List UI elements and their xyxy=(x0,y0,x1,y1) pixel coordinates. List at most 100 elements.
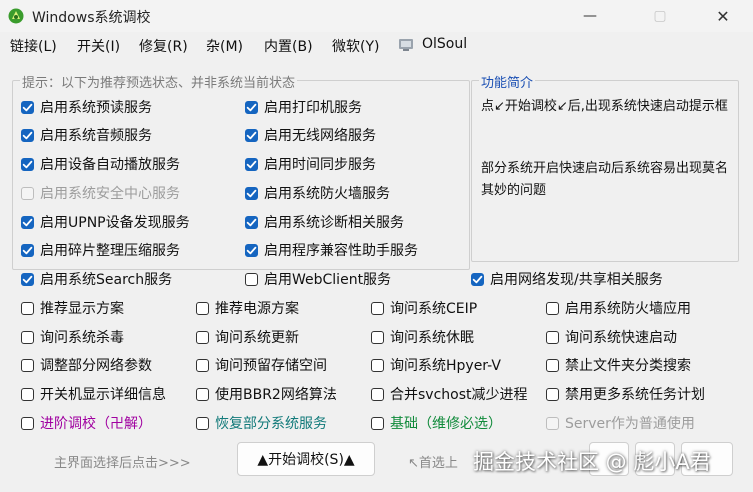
checkbox-label: 合并svchost减少进程 xyxy=(390,387,528,403)
checkbox-item[interactable]: 启用网络发现/共享相关服务 xyxy=(471,269,663,289)
checkbox-box[interactable] xyxy=(371,301,384,315)
checkbox-box[interactable] xyxy=(21,416,34,430)
checkbox-box[interactable] xyxy=(245,243,258,257)
checkbox-item[interactable]: 询问系统休眠 xyxy=(371,327,474,347)
checkbox-box[interactable] xyxy=(21,387,34,401)
check-icon xyxy=(22,103,33,111)
start-tuning-button[interactable]: ▲开始调校(S)▲ xyxy=(237,442,375,476)
checkbox-item[interactable]: 启用碎片整理压缩服务 xyxy=(21,240,180,260)
close-button[interactable]: ✕ xyxy=(700,0,746,32)
checkbox-item[interactable]: 询问系统更新 xyxy=(196,327,299,347)
checkbox-item[interactable]: 使用BBR2网络算法 xyxy=(196,384,337,404)
checkbox-item[interactable]: 询问系统CEIP xyxy=(371,298,477,318)
checkbox-box[interactable] xyxy=(546,330,559,344)
checkbox-box[interactable] xyxy=(21,301,34,315)
checkbox-label: 询问系统快速启动 xyxy=(565,330,677,346)
checkbox-box[interactable] xyxy=(245,272,258,286)
checkbox-label: 询问系统CEIP xyxy=(390,301,478,317)
checkbox-item[interactable]: 启用系统防火墙服务 xyxy=(245,183,390,203)
menu-repair[interactable]: 修复(R) xyxy=(139,36,188,56)
checkbox-box[interactable] xyxy=(371,358,384,372)
menu-links[interactable]: 链接(L) xyxy=(10,36,57,56)
info-text-1: 点↙开始调校↙后,出现系统快速启动提示框 xyxy=(481,99,728,114)
checkbox-item[interactable]: 启用系统音频服务 xyxy=(21,125,152,145)
checkbox-item[interactable]: 启用时间同步服务 xyxy=(245,154,376,174)
checkbox-item[interactable]: 启用系统安全中心服务 xyxy=(21,183,180,203)
checkbox-item[interactable]: 恢复部分系统服务 xyxy=(196,413,327,433)
checkbox-box[interactable] xyxy=(196,416,209,430)
checkbox-box[interactable] xyxy=(371,387,384,401)
checkbox-box[interactable] xyxy=(371,416,384,430)
check-icon xyxy=(246,246,257,254)
checkbox-box[interactable] xyxy=(21,358,34,372)
checkbox-box[interactable] xyxy=(471,272,484,286)
checkbox-box[interactable] xyxy=(196,301,209,315)
checkbox-item[interactable]: 禁用更多系统任务计划 xyxy=(546,384,705,404)
checkbox-item[interactable]: 启用系统诊断相关服务 xyxy=(245,212,404,232)
checkbox-box[interactable] xyxy=(21,157,34,171)
checkbox-item[interactable]: 启用系统防火墙应用 xyxy=(546,298,691,318)
checkbox-label: Server作为普通使用 xyxy=(565,416,695,432)
checkbox-box[interactable] xyxy=(196,358,209,372)
checkbox-item[interactable]: 开关机显示详细信息 xyxy=(21,384,166,404)
menu-misc[interactable]: 杂(M) xyxy=(206,36,243,56)
checkbox-item[interactable]: 推荐显示方案 xyxy=(21,298,124,318)
checkbox-item[interactable]: 询问系统Hpyer-V xyxy=(371,355,501,375)
checkbox-item[interactable]: 启用无线网络服务 xyxy=(245,125,376,145)
menu-builtin[interactable]: 内置(B) xyxy=(264,36,313,56)
checkbox-box[interactable] xyxy=(245,157,258,171)
menu-microsoft[interactable]: 微软(Y) xyxy=(332,36,379,56)
checkbox-label: 启用系统安全中心服务 xyxy=(40,186,180,202)
checkbox-item[interactable]: 询问预留存储空间 xyxy=(196,355,327,375)
checkbox-item[interactable]: 禁止文件夹分类搜索 xyxy=(546,355,691,375)
checkbox-box[interactable] xyxy=(21,272,34,286)
checkbox-box[interactable] xyxy=(371,330,384,344)
checkbox-item[interactable]: 询问系统快速启动 xyxy=(546,327,677,347)
checkbox-item[interactable]: 启用UPNP设备发现服务 xyxy=(21,212,190,232)
checkbox-item[interactable]: 启用程序兼容性助手服务 xyxy=(245,240,418,260)
checkbox-label: 启用碎片整理压缩服务 xyxy=(40,243,180,259)
checkbox-label: 启用打印机服务 xyxy=(264,100,362,116)
minimize-icon: — xyxy=(583,8,597,24)
checkbox-box[interactable] xyxy=(245,100,258,114)
checkbox-item[interactable]: 询问系统杀毒 xyxy=(21,327,124,347)
checkbox-box[interactable] xyxy=(196,387,209,401)
checkbox-item[interactable]: 启用打印机服务 xyxy=(245,97,362,117)
checkbox-box[interactable] xyxy=(546,387,559,401)
checkbox-item[interactable]: 调整部分网络参数 xyxy=(21,355,152,375)
checkbox-box[interactable] xyxy=(245,215,258,229)
minimize-button[interactable]: — xyxy=(567,0,613,32)
checkbox-item[interactable]: 基础（维修必选） xyxy=(371,413,502,433)
checkbox-label: 启用时间同步服务 xyxy=(264,157,376,173)
checkbox-label: 询问系统休眠 xyxy=(390,330,474,346)
checkbox-box[interactable] xyxy=(21,186,34,200)
checkbox-box[interactable] xyxy=(21,243,34,257)
title-bar: Windows系统调校 — ▢ ✕ xyxy=(0,0,753,32)
checkbox-item[interactable]: 启用系统预读服务 xyxy=(21,97,152,117)
checkbox-item[interactable]: 进阶调校（卍解） xyxy=(21,413,152,433)
checkbox-box[interactable] xyxy=(546,301,559,315)
checkbox-label: 推荐电源方案 xyxy=(215,301,299,317)
checkbox-item[interactable]: 启用WebClient服务 xyxy=(245,269,391,289)
checkbox-box[interactable] xyxy=(21,330,34,344)
checkbox-item[interactable]: 合并svchost减少进程 xyxy=(371,384,528,404)
menu-olsoul[interactable]: OlSoul xyxy=(422,36,467,52)
checkbox-box[interactable] xyxy=(546,358,559,372)
checkbox-box[interactable] xyxy=(245,128,258,142)
app-logo-icon xyxy=(8,8,24,24)
maximize-button[interactable]: ▢ xyxy=(637,0,683,32)
checkbox-box[interactable] xyxy=(196,330,209,344)
checkbox-box[interactable] xyxy=(21,100,34,114)
check-icon xyxy=(472,275,483,283)
checkbox-item[interactable]: Server作为普通使用 xyxy=(546,413,695,433)
close-icon: ✕ xyxy=(716,6,730,26)
checkbox-box[interactable] xyxy=(21,128,34,142)
checkbox-box[interactable] xyxy=(21,215,34,229)
checkbox-item[interactable]: 启用设备自动播放服务 xyxy=(21,154,180,174)
checkbox-item[interactable]: 推荐电源方案 xyxy=(196,298,299,318)
checkbox-box[interactable] xyxy=(546,416,559,430)
check-icon xyxy=(22,275,33,283)
checkbox-item[interactable]: 启用系统Search服务 xyxy=(21,269,172,289)
menu-switches[interactable]: 开关(I) xyxy=(77,36,120,56)
checkbox-box[interactable] xyxy=(245,186,258,200)
